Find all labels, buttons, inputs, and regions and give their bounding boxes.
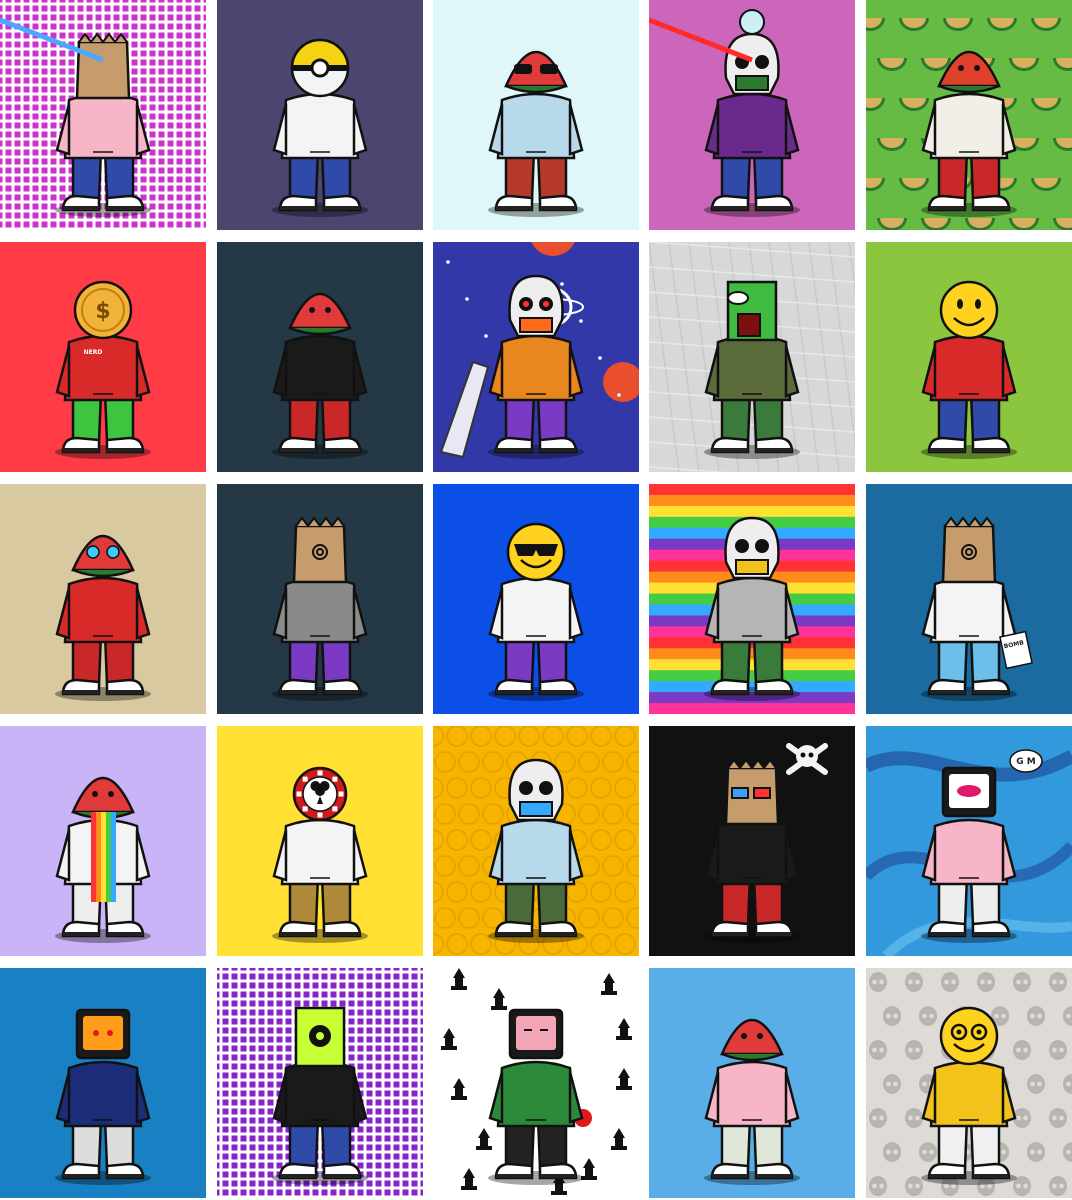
head-paperbag xyxy=(75,32,131,100)
nft-artwork: G M xyxy=(866,726,1072,956)
head-skull-gold-teeth xyxy=(724,516,780,580)
nft-artwork xyxy=(649,968,855,1198)
nft-gallery-grid: $ NERD BOMB G M xyxy=(0,0,1072,1200)
svg-text:G M: G M xyxy=(1016,757,1036,767)
hoodie xyxy=(272,818,368,886)
nft-tile[interactable] xyxy=(866,242,1072,472)
hoodie xyxy=(272,576,368,644)
hoodie xyxy=(921,334,1017,402)
nft-artwork: BOMB xyxy=(866,484,1072,714)
hoodie xyxy=(55,1060,151,1128)
nft-tile[interactable] xyxy=(0,726,206,956)
hoodie xyxy=(704,334,800,402)
hoodie xyxy=(704,1060,800,1128)
paper-note: BOMB xyxy=(999,630,1033,670)
nft-tile[interactable] xyxy=(217,726,423,956)
hoodie xyxy=(272,92,368,160)
nft-artwork: $ NERD xyxy=(0,242,206,472)
nft-tile[interactable] xyxy=(217,968,423,1198)
hoodie xyxy=(488,1060,584,1128)
speech-bubble: G M xyxy=(1009,749,1043,773)
hoodie xyxy=(704,576,800,644)
hoodie xyxy=(488,334,584,402)
head-tv-lips xyxy=(941,766,997,818)
nft-tile[interactable] xyxy=(433,726,639,956)
nft-artwork xyxy=(217,242,423,472)
nft-artwork xyxy=(433,484,639,714)
head-tv-face xyxy=(508,1008,564,1060)
nft-artwork xyxy=(217,484,423,714)
head-coin: $ xyxy=(73,280,133,340)
hoodie xyxy=(488,818,584,886)
nft-artwork xyxy=(433,242,639,472)
nft-tile[interactable] xyxy=(649,968,855,1198)
nft-tile[interactable]: $ NERD xyxy=(0,242,206,472)
nft-artwork xyxy=(217,0,423,230)
nft-artwork xyxy=(866,0,1072,230)
head-paperbag-spiral xyxy=(292,516,348,584)
nft-tile[interactable] xyxy=(0,0,206,230)
nft-artwork xyxy=(649,726,855,956)
nft-tile[interactable] xyxy=(433,242,639,472)
hoodie xyxy=(488,92,584,160)
nft-tile[interactable] xyxy=(433,968,639,1198)
nft-artwork xyxy=(433,0,639,230)
head-smiley-glasses xyxy=(939,1006,999,1066)
nft-artwork xyxy=(0,726,206,956)
nft-tile[interactable] xyxy=(866,0,1072,230)
nft-artwork xyxy=(0,968,206,1198)
head-smiley-sunglasses xyxy=(506,522,566,582)
hoodie xyxy=(488,576,584,644)
hoodie xyxy=(921,818,1017,886)
hoodie xyxy=(921,576,1017,644)
nft-artwork xyxy=(866,242,1072,472)
nft-tile[interactable] xyxy=(217,484,423,714)
head-smiley xyxy=(939,280,999,340)
hoodie xyxy=(921,1060,1017,1128)
nft-artwork xyxy=(217,968,423,1198)
hoodie xyxy=(55,334,151,402)
hoodie xyxy=(704,818,800,886)
hoodie xyxy=(272,334,368,402)
head-tv-dragonball xyxy=(75,1008,131,1060)
nft-artwork xyxy=(649,0,855,230)
head-poker-chip xyxy=(292,766,348,822)
nft-tile[interactable] xyxy=(649,726,855,956)
nft-tile[interactable]: G M xyxy=(866,726,1072,956)
nft-tile[interactable] xyxy=(217,242,423,472)
nft-artwork xyxy=(866,968,1072,1198)
head-toxic-box xyxy=(294,1006,346,1068)
chest-logo-text: NERD xyxy=(84,349,103,356)
head-green-box xyxy=(726,280,778,342)
hoodie xyxy=(55,92,151,160)
hoodie xyxy=(704,92,800,160)
head-pokeball xyxy=(290,38,350,98)
nft-tile[interactable] xyxy=(433,0,639,230)
nft-tile[interactable] xyxy=(217,0,423,230)
head-paperbag-3d xyxy=(724,758,780,826)
coin-symbol: $ xyxy=(95,299,110,324)
nft-artwork xyxy=(0,484,206,714)
head-skull-rainbow-teeth xyxy=(508,758,564,822)
nft-tile[interactable] xyxy=(0,968,206,1198)
nft-tile[interactable] xyxy=(649,0,855,230)
nft-artwork xyxy=(0,0,206,230)
nft-artwork xyxy=(433,968,639,1198)
nft-tile[interactable] xyxy=(649,484,855,714)
hoodie xyxy=(272,1060,368,1128)
nft-artwork xyxy=(649,484,855,714)
head-skull-fire xyxy=(508,274,564,338)
nft-artwork xyxy=(433,726,639,956)
nft-tile[interactable] xyxy=(0,484,206,714)
head-paperbag-spiral xyxy=(941,516,997,584)
nft-artwork xyxy=(217,726,423,956)
nft-tile[interactable] xyxy=(866,968,1072,1198)
nft-tile[interactable]: BOMB xyxy=(866,484,1072,714)
nft-tile[interactable] xyxy=(649,242,855,472)
hoodie xyxy=(921,92,1017,160)
hoodie xyxy=(55,576,151,644)
nft-tile[interactable] xyxy=(433,484,639,714)
nft-artwork xyxy=(649,242,855,472)
